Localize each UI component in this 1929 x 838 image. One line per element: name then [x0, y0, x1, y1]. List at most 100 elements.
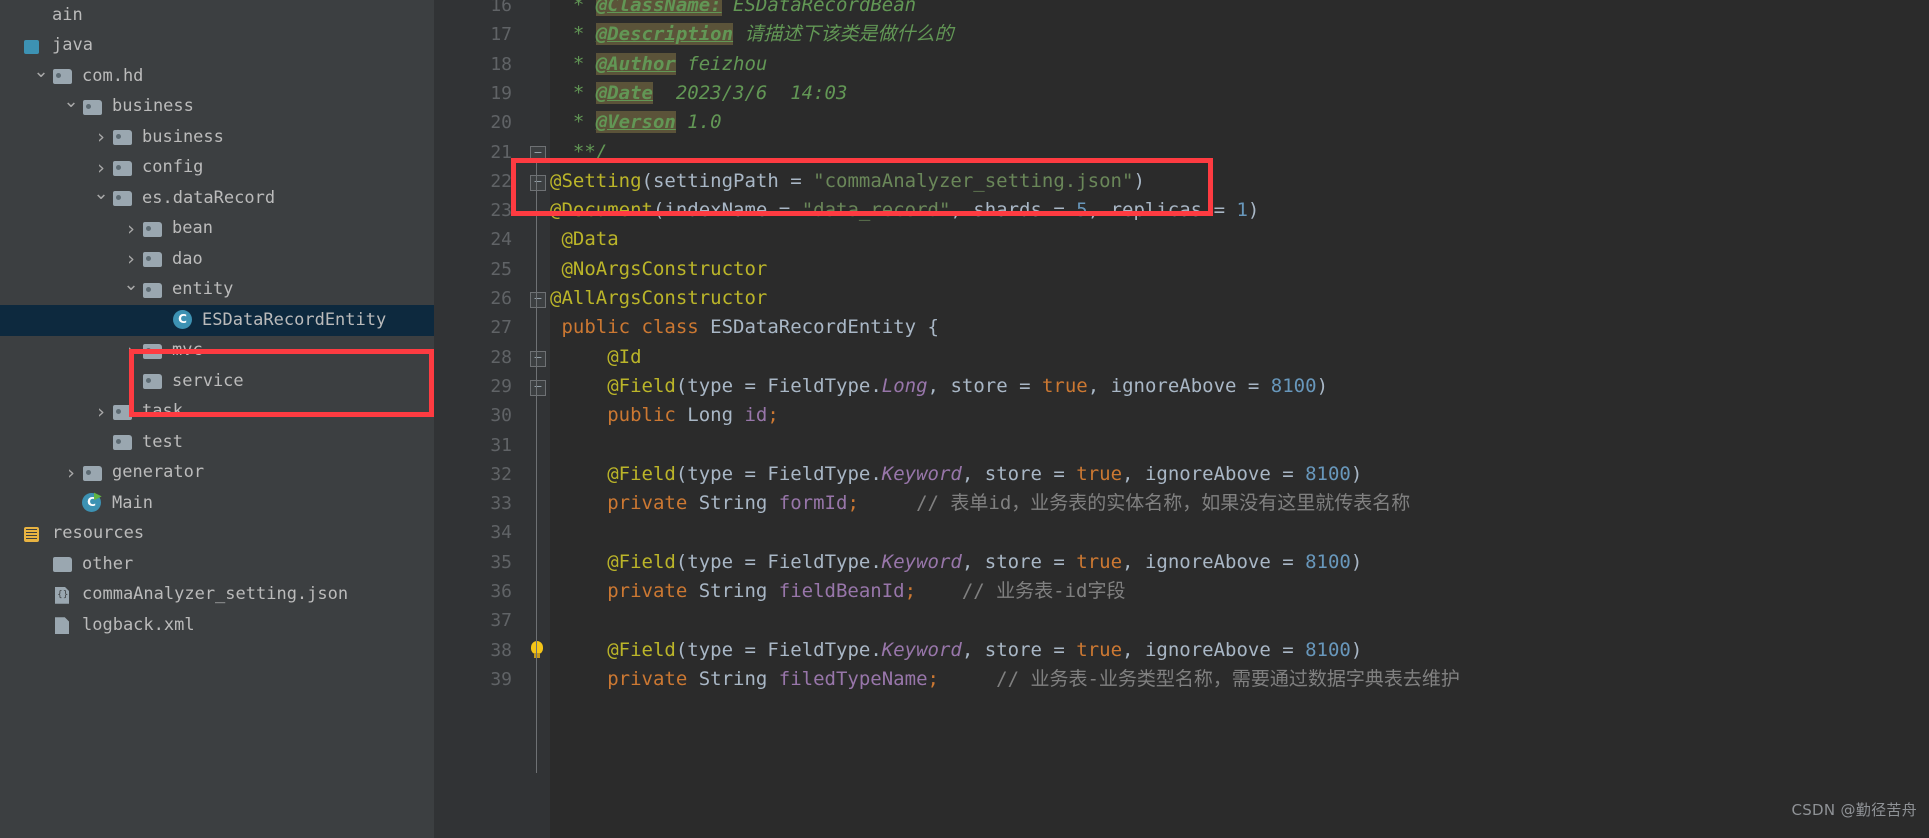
chevron-right-icon[interactable]	[120, 218, 142, 240]
code-line[interactable]: 28 @Id	[434, 343, 1929, 372]
tree-item-resources[interactable]: resources	[0, 519, 434, 550]
code-line[interactable]: 20 * @Verson 1.0	[434, 108, 1929, 137]
code-token: Keyword	[881, 462, 962, 485]
code-token: 5	[1076, 199, 1088, 222]
tree-item-bean[interactable]: bean	[0, 214, 434, 245]
code-token: =	[733, 374, 768, 397]
tree-item-other[interactable]: other	[0, 549, 434, 580]
chevron-right-icon[interactable]	[60, 462, 82, 484]
code-line[interactable]: 30 public Long id;	[434, 401, 1929, 430]
code-fold-toggle-icon[interactable]: −	[530, 379, 546, 396]
code-token: FieldType.	[767, 462, 882, 485]
tree-item-esdatarecordentity[interactable]: ESDataRecordEntity	[0, 305, 434, 336]
code-line[interactable]: 19 * @Date 2023/3/6 14:03	[434, 79, 1929, 108]
tree-item-dao[interactable]: dao	[0, 244, 434, 275]
code-line[interactable]: 18 * @Author feizhou	[434, 50, 1929, 79]
chevron-down-icon[interactable]	[30, 66, 52, 87]
code-token: =	[733, 550, 768, 573]
tree-item-label: com.hd	[82, 65, 144, 86]
code-editor[interactable]: 16 * @ClassName: ESDataRecordBean 17 * @D…	[434, 0, 1929, 838]
code-line[interactable]: 33 private String formId; // 表单id，业务表的实体…	[434, 489, 1929, 518]
code-token: *	[550, 111, 596, 134]
code-token: ,	[961, 462, 985, 485]
code-token: ignoreAbove	[1144, 462, 1271, 485]
tree-item-java[interactable]: java	[0, 31, 434, 62]
tree-item-business[interactable]: business	[0, 122, 434, 153]
code-fold-toggle-icon[interactable]: −	[530, 292, 546, 308]
code-fold-toggle-icon[interactable]: −	[530, 174, 546, 191]
tree-item-es-datarecord[interactable]: es.dataRecord	[0, 183, 434, 214]
chevron-right-icon[interactable]	[90, 157, 112, 179]
tree-item-ain[interactable]: ain	[0, 0, 434, 31]
code-line[interactable]: 29 @Field(type = FieldType.Long, store =…	[434, 372, 1929, 401]
code-token: (	[652, 199, 665, 222]
tree-item-logback-xml[interactable]: logback.xml	[0, 610, 434, 641]
tree-item-config[interactable]: config	[0, 153, 434, 184]
code-line[interactable]: 27 public class ESDataRecordEntity {	[434, 313, 1929, 342]
code-token: Long	[881, 374, 928, 397]
code-token: *	[550, 52, 596, 75]
code-token: @Field	[550, 638, 676, 661]
code-token: @Id	[550, 345, 642, 368]
line-number: 17	[490, 24, 512, 46]
tree-item-entity[interactable]: entity	[0, 275, 434, 306]
folder-icon	[82, 464, 104, 482]
code-line[interactable]: 16 * @ClassName: ESDataRecordBean	[434, 0, 1929, 20]
code-line[interactable]: 37	[434, 606, 1929, 635]
code-line[interactable]: 26 @AllArgsConstructor	[434, 284, 1929, 313]
code-line[interactable]: 21 **/	[434, 138, 1929, 167]
code-fold-toggle-icon[interactable]: −	[530, 145, 546, 162]
chevron-down-icon[interactable]	[60, 96, 82, 117]
tree-item-service[interactable]: service	[0, 366, 434, 397]
code-token: )	[1350, 550, 1363, 573]
code-line[interactable]: 25 @NoArgsConstructor	[434, 255, 1929, 284]
code-line[interactable]: 23 @Document(indexName = "data_record", s…	[434, 196, 1929, 225]
project-tree-panel[interactable]: ain java com.hd business business config es.da…	[0, 0, 434, 838]
line-text: @AllArgsConstructor	[550, 284, 767, 313]
code-token: id	[744, 404, 768, 427]
chevron-right-icon[interactable]	[120, 370, 142, 392]
code-token: @Verson	[595, 111, 676, 134]
tree-item-main[interactable]: Main	[0, 488, 434, 519]
code-line[interactable]: 36 private String fieldBeanId; // 业务表-id…	[434, 577, 1929, 606]
tree-item-mvc[interactable]: mvc	[0, 336, 434, 367]
project-tree[interactable]: ain java com.hd business business config es.da…	[0, 0, 434, 641]
intention-bulb-icon[interactable]	[529, 640, 545, 661]
chevron-right-icon[interactable]	[90, 401, 112, 423]
resource-root-icon	[22, 525, 44, 543]
tree-item-commaanalyzer-setting-json[interactable]: commaAnalyzer_setting.json	[0, 580, 434, 611]
code-line[interactable]: 31	[434, 431, 1929, 460]
line-number: 27	[490, 317, 512, 339]
source-root-icon	[22, 37, 44, 55]
chevron-down-icon[interactable]	[90, 188, 112, 209]
tree-item-business[interactable]: business	[0, 92, 434, 123]
chevron-down-icon[interactable]	[120, 279, 142, 300]
line-text: @Setting(settingPath = "commaAnalyzer_se…	[550, 167, 1145, 196]
code-token: Keyword	[881, 550, 962, 573]
line-text: * @Verson 1.0	[550, 108, 722, 137]
line-text: * @Date 2023/3/6 14:03	[550, 79, 847, 108]
code-line[interactable]: 24 @Data	[434, 225, 1929, 254]
tree-item-com-hd[interactable]: com.hd	[0, 61, 434, 92]
tree-item-test[interactable]: test	[0, 427, 434, 458]
line-number: 24	[490, 229, 512, 251]
chevron-right-icon[interactable]	[120, 340, 142, 362]
line-number: 35	[490, 551, 512, 573]
tree-item-task[interactable]: task	[0, 397, 434, 428]
code-line[interactable]: 22 @Setting(settingPath = "commaAnalyzer_…	[434, 167, 1929, 196]
chevron-right-icon[interactable]	[120, 248, 142, 270]
line-number: 19	[490, 82, 512, 104]
code-line[interactable]: 38 @Field(type = FieldType.Keyword, stor…	[434, 636, 1929, 665]
code-token: *	[550, 0, 596, 16]
code-line[interactable]: 32 @Field(type = FieldType.Keyword, stor…	[434, 460, 1929, 489]
code-fold-toggle-icon[interactable]: −	[530, 350, 546, 367]
code-line[interactable]: 39 private String filedTypeName; // 业务表-…	[434, 665, 1929, 694]
chevron-right-icon[interactable]	[90, 126, 112, 148]
code-token: ;	[904, 580, 917, 602]
code-line[interactable]: 17 * @Description 请描述下该类是做什么的	[434, 20, 1929, 49]
ide-window: ain java com.hd business business config es.da…	[0, 0, 1929, 838]
tree-item-generator[interactable]: generator	[0, 458, 434, 489]
code-line[interactable]: 34	[434, 518, 1929, 547]
code-line[interactable]: 35 @Field(type = FieldType.Keyword, stor…	[434, 548, 1929, 577]
code-token: =	[1236, 374, 1271, 397]
